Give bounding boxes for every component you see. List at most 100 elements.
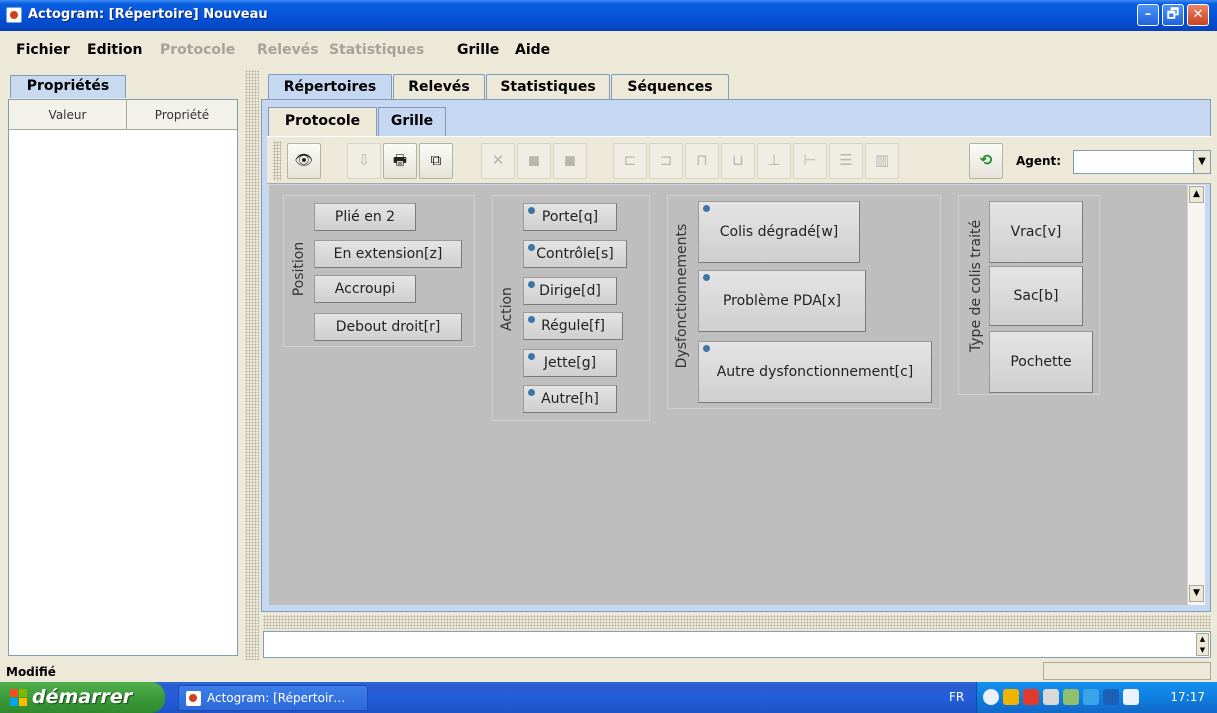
center-horizontal-icon[interactable]: ⊢	[793, 143, 827, 179]
window-title: Actogram: [Répertoire] Nouveau	[28, 7, 268, 22]
status-dot-icon	[703, 345, 710, 352]
agent-label: Agent:	[1016, 154, 1062, 168]
group-label-action: Action	[499, 287, 515, 331]
center-vertical-icon[interactable]: ⊥	[757, 143, 791, 179]
grid-button-dirige[interactable]: Dirige[d]	[523, 277, 617, 305]
menu-fichier[interactable]: Fichier	[16, 42, 70, 58]
grid-button-autre-dysfonctionnement[interactable]: Autre dysfonctionnement[c]	[698, 341, 932, 403]
grid-button-controle[interactable]: Contrôle[s]	[523, 240, 627, 268]
chevron-down-icon[interactable]: ▼	[1193, 151, 1210, 173]
grid-button-autre[interactable]: Autre[h]	[523, 385, 617, 413]
menu-protocole[interactable]: Protocole	[160, 42, 235, 58]
taskbar: démarrer Actogram: [Répertoir… FR 17:17	[0, 682, 1217, 713]
align-bottom-icon[interactable]: ⊔	[721, 143, 755, 179]
maximize-button[interactable]: 🗗	[1162, 4, 1184, 26]
tab-releves[interactable]: Relevés	[393, 74, 485, 100]
status-dot-icon	[528, 207, 535, 214]
battery-icon[interactable]	[1083, 689, 1099, 705]
send-back-icon[interactable]: ◼	[553, 143, 587, 179]
group-label-dysfonctionnements: Dysfonctionnements	[674, 223, 690, 369]
grid-button-sac[interactable]: Sac[b]	[989, 266, 1083, 326]
grid-button-pochette[interactable]: Pochette	[989, 331, 1093, 393]
group-label-position: Position	[291, 241, 307, 297]
align-top-icon[interactable]: ⊓	[685, 143, 719, 179]
taskbar-item-label: Actogram: [Répertoir…	[207, 691, 346, 705]
menu-statistiques[interactable]: Statistiques	[329, 42, 424, 58]
grid-button-accroupi[interactable]: Accroupi	[314, 275, 416, 303]
status-dot-icon	[528, 353, 535, 360]
grid-button-debout-droit[interactable]: Debout droit[r]	[314, 313, 462, 341]
group-position: Position Plié en 2 En extension[z] Accro…	[283, 195, 475, 347]
taskbar-item-actogram[interactable]: Actogram: [Répertoir…	[178, 685, 368, 711]
volume-icon[interactable]	[1043, 689, 1059, 705]
display-icon[interactable]	[1103, 689, 1119, 705]
tab-proprietes[interactable]: Propriétés	[10, 75, 126, 98]
menu-bar: Fichier Edition Protocole Relevés Statis…	[0, 31, 1217, 69]
menu-releves[interactable]: Relevés	[257, 42, 319, 58]
distribute-vertical-icon[interactable]: ☰	[829, 143, 863, 179]
bottom-spinner-field[interactable]: ▲ ▼	[263, 631, 1211, 658]
horizontal-split-divider[interactable]	[263, 615, 1211, 629]
agent-select[interactable]: ▼	[1073, 150, 1211, 174]
tab-repertoires[interactable]: Répertoires	[268, 74, 392, 100]
grid-canvas[interactable]: Position Plié en 2 En extension[z] Accro…	[269, 185, 1187, 605]
tab-grille[interactable]: Grille	[378, 107, 446, 136]
spinner-arrows-icon[interactable]: ▲ ▼	[1196, 633, 1209, 656]
grid-button-plie-en-2[interactable]: Plié en 2	[314, 203, 416, 231]
java-app-icon	[6, 7, 22, 23]
menu-grille[interactable]: Grille	[457, 42, 499, 58]
copy-icon[interactable]: ⧉	[419, 143, 453, 179]
menu-aide[interactable]: Aide	[515, 42, 550, 58]
grid-button-jette[interactable]: Jette[g]	[523, 349, 617, 377]
grid-button-vrac[interactable]: Vrac[v]	[989, 201, 1083, 263]
column-header-propriete[interactable]: Propriété	[127, 100, 237, 130]
clock[interactable]: 17:17	[1170, 690, 1205, 704]
network-icon[interactable]	[1063, 689, 1079, 705]
close-button[interactable]: ✕	[1187, 4, 1209, 26]
column-header-valeur[interactable]: Valeur	[9, 100, 127, 130]
group-action: Action Porte[q] Contrôle[s] Dirige[d] Ré…	[492, 195, 650, 421]
grid-vertical-scrollbar[interactable]: ▲ ▼	[1187, 185, 1205, 605]
align-right-icon[interactable]: ⊐	[649, 143, 683, 179]
antivirus-icon[interactable]	[1023, 689, 1039, 705]
grid-button-regule[interactable]: Régule[f]	[523, 312, 623, 340]
status-field	[1043, 662, 1211, 680]
status-dot-icon	[703, 205, 710, 212]
print-icon[interactable]: 🖶	[383, 143, 417, 179]
back-arrow-icon[interactable]	[983, 689, 999, 705]
language-indicator[interactable]: FR	[949, 690, 964, 704]
grid-button-colis-degrade[interactable]: Colis dégradé[w]	[698, 201, 860, 263]
split-pane-divider[interactable]	[245, 70, 259, 660]
clock-settings-icon[interactable]	[1123, 689, 1139, 705]
toolbar-grip[interactable]	[273, 141, 281, 181]
scroll-up-icon[interactable]: ▲	[1189, 186, 1204, 203]
group-type-de-colis: Type de colis traité Vrac[v] Sac[b] Poch…	[958, 195, 1100, 395]
group-label-type-de-colis: Type de colis traité	[968, 219, 984, 353]
status-text: Modifié	[6, 665, 56, 679]
properties-table[interactable]: Valeur Propriété	[8, 99, 238, 656]
grid-button-en-extension[interactable]: En extension[z]	[314, 240, 462, 268]
tab-statistiques[interactable]: Statistiques	[486, 74, 610, 100]
bring-front-icon[interactable]: ◼	[517, 143, 551, 179]
grid-button-probleme-pda[interactable]: Problème PDA[x]	[698, 270, 866, 332]
eye-icon[interactable]: 👁	[287, 143, 321, 179]
menu-edition[interactable]: Edition	[87, 42, 142, 58]
status-dot-icon	[703, 274, 710, 281]
start-button[interactable]: démarrer	[0, 682, 165, 713]
windows-logo-icon	[10, 689, 28, 707]
status-dot-icon	[528, 244, 535, 251]
align-left-icon[interactable]: ⊏	[613, 143, 647, 179]
group-dysfonctionnements: Dysfonctionnements Colis dégradé[w] Prob…	[667, 195, 941, 409]
minimize-button[interactable]: –	[1137, 4, 1159, 26]
tab-sequences[interactable]: Séquences	[611, 74, 729, 100]
import-icon[interactable]: ⇩	[347, 143, 381, 179]
status-dot-icon	[528, 389, 535, 396]
distribute-horizontal-icon[interactable]: ▥	[865, 143, 899, 179]
grid-button-porte[interactable]: Porte[q]	[523, 203, 617, 231]
tab-protocole[interactable]: Protocole	[268, 107, 377, 136]
title-bar[interactable]: Actogram: [Répertoire] Nouveau – 🗗 ✕	[0, 0, 1217, 31]
delete-icon[interactable]: ✕	[481, 143, 515, 179]
security-shield-icon[interactable]	[1003, 689, 1019, 705]
refresh-icon[interactable]: ⟲	[969, 143, 1003, 179]
scroll-down-icon[interactable]: ▼	[1189, 585, 1204, 602]
